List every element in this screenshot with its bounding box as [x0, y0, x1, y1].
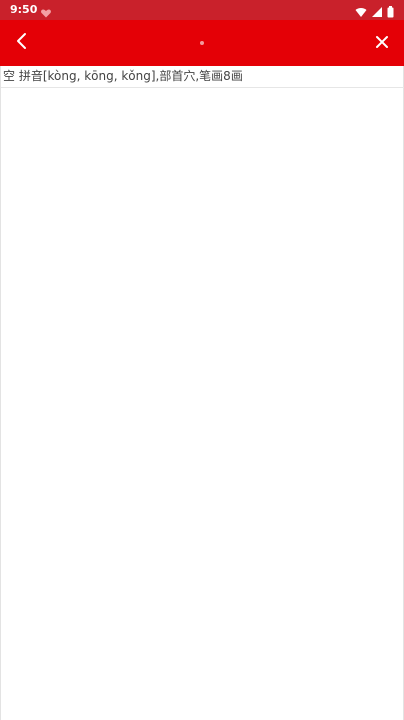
back-button[interactable] — [0, 20, 44, 66]
loading-dot-icon — [200, 41, 204, 45]
app-bar — [0, 20, 404, 66]
character-info-line: 空 拼音[kòng, kōng, kǒng],部首穴,笔画8画 — [3, 69, 243, 83]
heart-icon — [40, 4, 52, 18]
close-button[interactable] — [360, 20, 404, 66]
chevron-left-icon — [15, 32, 29, 54]
status-time: 9:50 — [10, 3, 38, 16]
status-bar: 9:50 — [0, 0, 404, 20]
page-title — [60, 20, 344, 66]
webview-content[interactable]: 空 拼音[kòng, kōng, kǒng],部首穴,笔画8画 — [0, 66, 404, 720]
close-icon — [375, 34, 389, 53]
divider — [1, 87, 404, 88]
